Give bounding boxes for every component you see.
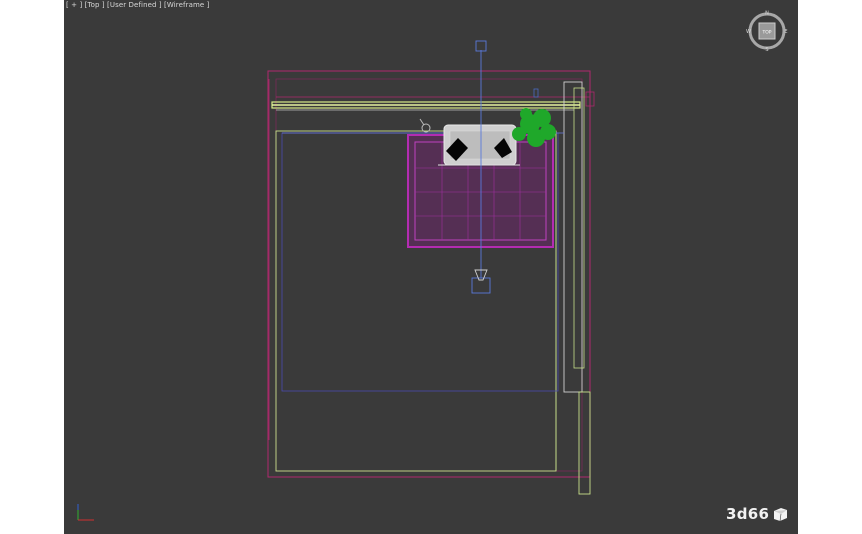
right-wall-column-inner[interactable] (573, 87, 585, 369)
page: [ + ] [Top ] [User Defined ] [Wireframe … (0, 0, 862, 534)
viewcube-face-label: TOP (761, 30, 771, 36)
compass-west[interactable]: W (746, 29, 751, 35)
compass-south[interactable]: S (765, 47, 768, 52)
right-wall-column-outer[interactable] (563, 81, 583, 393)
camera-target[interactable] (475, 40, 487, 52)
watermark-text: 3d66 (726, 505, 770, 523)
right-wall-door[interactable] (578, 391, 591, 495)
lamp-icon[interactable] (419, 118, 431, 133)
top-small-marker[interactable] (533, 88, 539, 98)
wireframe-scene[interactable] (64, 0, 798, 534)
top-viewport[interactable]: [ + ] [Top ] [User Defined ] [Wireframe … (64, 0, 798, 534)
axis-tripod-icon (77, 504, 94, 521)
watermark: 3d66 (726, 505, 788, 523)
cube-logo-icon (774, 507, 788, 521)
viewcube[interactable]: TOP N S E W (746, 10, 788, 53)
compass-east[interactable]: E (784, 29, 787, 35)
compass-north[interactable]: N (765, 11, 769, 17)
